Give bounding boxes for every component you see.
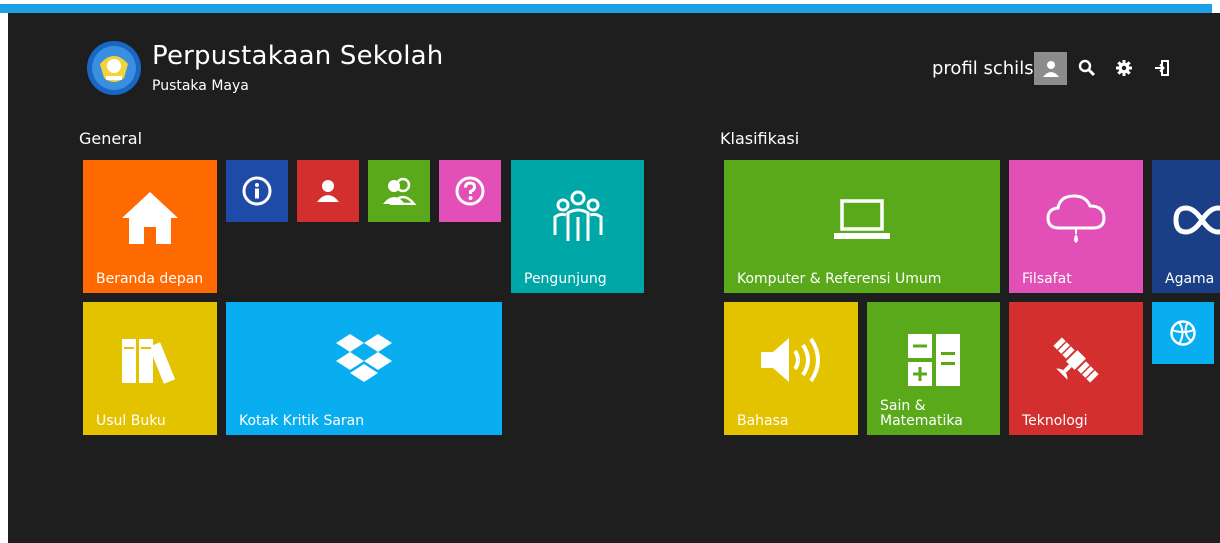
school-logo [86, 40, 142, 96]
tile-label: Filsafat [1022, 271, 1072, 287]
books-icon [83, 320, 217, 400]
search-button[interactable] [1076, 57, 1098, 79]
tile-users[interactable] [368, 160, 430, 222]
settings-button[interactable] [1113, 57, 1135, 79]
user-icon [1042, 60, 1059, 77]
help-icon [439, 160, 501, 222]
tile-label: Pengunjung [524, 271, 607, 287]
exit-icon [1155, 60, 1169, 76]
section-klasifikasi: Klasifikasi [720, 129, 800, 148]
tile-olahraga[interactable] [1152, 302, 1214, 364]
tile-filsafat[interactable]: Filsafat [1009, 160, 1143, 293]
laptop-icon [724, 180, 1000, 260]
basketball-icon [1152, 302, 1214, 364]
tile-label: Sain & Matematika [880, 398, 963, 429]
tile-label: Usul Buku [96, 413, 166, 429]
users-icon [368, 160, 430, 222]
tile-help[interactable] [439, 160, 501, 222]
tile-usul-buku[interactable]: Usul Buku [83, 302, 217, 435]
tile-label: Kotak Kritik Saran [239, 413, 365, 429]
infinity-icon [1172, 200, 1220, 240]
tile-pengunjung[interactable]: Pengunjung [511, 160, 644, 293]
satellite-icon [1009, 318, 1143, 402]
top-accent-bar [0, 4, 1212, 13]
info-icon [226, 160, 288, 222]
tile-bahasa[interactable]: Bahasa [724, 302, 858, 435]
tile-teknologi[interactable]: Teknologi [1009, 302, 1143, 435]
tile-user[interactable] [297, 160, 359, 222]
speaker-icon [724, 320, 858, 400]
logout-button[interactable] [1151, 57, 1173, 79]
avatar[interactable] [1034, 52, 1067, 85]
dropbox-icon [226, 320, 502, 400]
app-subtitle: Pustaka Maya [152, 78, 249, 94]
app-window: Perpustakaan Sekolah Pustaka Maya profil… [8, 13, 1220, 543]
user-icon [297, 160, 359, 222]
tile-label: Agama [1165, 271, 1215, 287]
tile-beranda-depan[interactable]: Beranda depan [83, 160, 217, 293]
calculator-icon [867, 320, 1000, 400]
tile-agama[interactable]: Agama [1152, 160, 1220, 293]
tile-sain-matematika[interactable]: Sain & Matematika [867, 302, 1000, 435]
gear-icon [1116, 60, 1132, 76]
search-icon [1078, 59, 1096, 77]
tile-label: Bahasa [737, 413, 789, 429]
cloud-rain-icon [1009, 178, 1143, 258]
section-general: General [79, 129, 143, 148]
tile-komputer[interactable]: Komputer & Referensi Umum [724, 160, 1000, 293]
tile-label: Beranda depan [96, 271, 204, 287]
group-icon [511, 178, 644, 258]
profile-name-link[interactable]: profil schils [932, 58, 1034, 79]
tile-info[interactable] [226, 160, 288, 222]
tile-label: Komputer & Referensi Umum [737, 271, 942, 287]
tile-kotak-kritik-saran[interactable]: Kotak Kritik Saran [226, 302, 502, 435]
home-icon [83, 178, 217, 258]
tile-label: Teknologi [1022, 413, 1088, 429]
app-title: Perpustakaan Sekolah [152, 41, 444, 71]
